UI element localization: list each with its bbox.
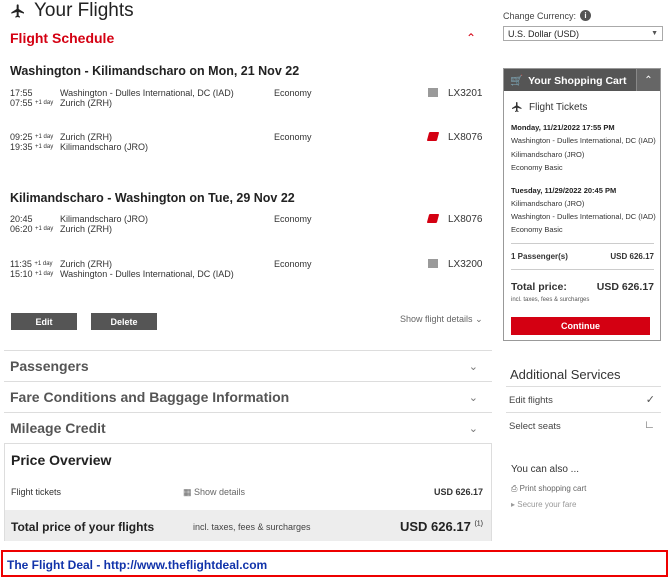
mileage-credit-accordion[interactable]: Mileage Credit ⌄ [4,412,492,443]
swiss-airline-icon [426,132,440,141]
cart-icon: 🛒 [510,75,524,87]
flight-schedule-header[interactable]: Flight Schedule ⌃ [10,30,492,46]
shopping-cart: 🛒 Your Shopping Cart ⌃ Flight Tickets Mon… [503,68,661,341]
flight-number: LX3200 [448,259,483,270]
select-seats-item[interactable]: Select seats ∟ [506,412,661,438]
price-overview-title: Price Overview [11,452,112,468]
price-overview: Price Overview Flight tickets ▦ Show det… [4,443,492,541]
continue-button[interactable]: Continue [511,317,650,335]
printer-icon: ⎙ [511,484,518,493]
dropdown-arrow-icon: ▼ [651,30,658,37]
airplane-icon [11,4,24,18]
show-flight-details-link[interactable]: Show flight details ⌄ [400,314,483,325]
cart-total-row: Total price: USD 626.17 [511,281,654,293]
total-price-row: Total price of your flights incl. taxes,… [5,510,491,541]
flight-tickets-row: Flight tickets ▦ Show details USD 626.17 [11,487,483,497]
footer-banner: The Flight Deal - http://www.theflightde… [1,550,668,577]
additional-services-title: Additional Services [510,367,621,382]
edit-button[interactable]: Edit [11,313,77,330]
edit-flights-item[interactable]: Edit flights ✓ [506,386,661,412]
arrow-right-icon: ▸ [511,500,516,509]
show-details-link[interactable]: ▦ Show details [183,487,245,498]
delete-button[interactable]: Delete [91,313,157,330]
outbound-route-title: Washington - Kilimandscharo on Mon, 21 N… [10,64,300,78]
footer-link[interactable]: The Flight Deal - http://www.theflightde… [7,558,267,572]
chevron-down-icon: ⌄ [468,360,478,373]
seat-icon: ∟ [644,419,655,431]
inbound-route-title: Kilimandscharo - Washington on Tue, 29 N… [10,191,295,205]
flight-number: LX3201 [448,88,483,99]
grey-airline-icon [428,259,438,268]
flight-number: LX8076 [448,132,483,143]
chevron-down-icon: ⌄ [468,391,478,404]
passengers-row: 1 Passenger(s) USD 626.17 [511,252,654,261]
shopping-cart-header: 🛒 Your Shopping Cart ⌃ [504,69,660,91]
grey-airline-icon [428,88,438,97]
secure-fare-link[interactable]: ▸ Secure your fare [511,500,576,509]
currency-label: Change Currency: i [503,10,592,21]
info-icon[interactable]: i [580,10,592,21]
airplane-icon [512,102,522,112]
flight-schedule-title: Flight Schedule [10,30,115,46]
page-title: Your Flights [10,0,134,22]
currency-select[interactable]: U.S. Dollar (USD) ▼ [503,26,663,41]
schedule-actions: Edit Delete [11,313,157,330]
you-can-also-title: You can also ... [511,464,580,475]
checkmark-icon: ✓ [645,394,655,406]
flight-tickets-heading: Flight Tickets [511,101,587,113]
passengers-accordion[interactable]: Passengers ⌄ [4,350,492,381]
collapse-cart-button[interactable]: ⌃ [636,69,660,91]
details-icon: ▦ [183,487,192,497]
swiss-airline-icon [426,214,440,223]
fare-conditions-accordion[interactable]: Fare Conditions and Baggage Information … [4,381,492,412]
print-cart-link[interactable]: ⎙ Print shopping cart [511,484,586,494]
flight-number: LX8076 [448,214,483,225]
chevron-down-icon: ⌄ [475,314,483,324]
chevron-up-icon[interactable]: ⌃ [466,31,476,45]
chevron-down-icon: ⌄ [468,422,478,435]
